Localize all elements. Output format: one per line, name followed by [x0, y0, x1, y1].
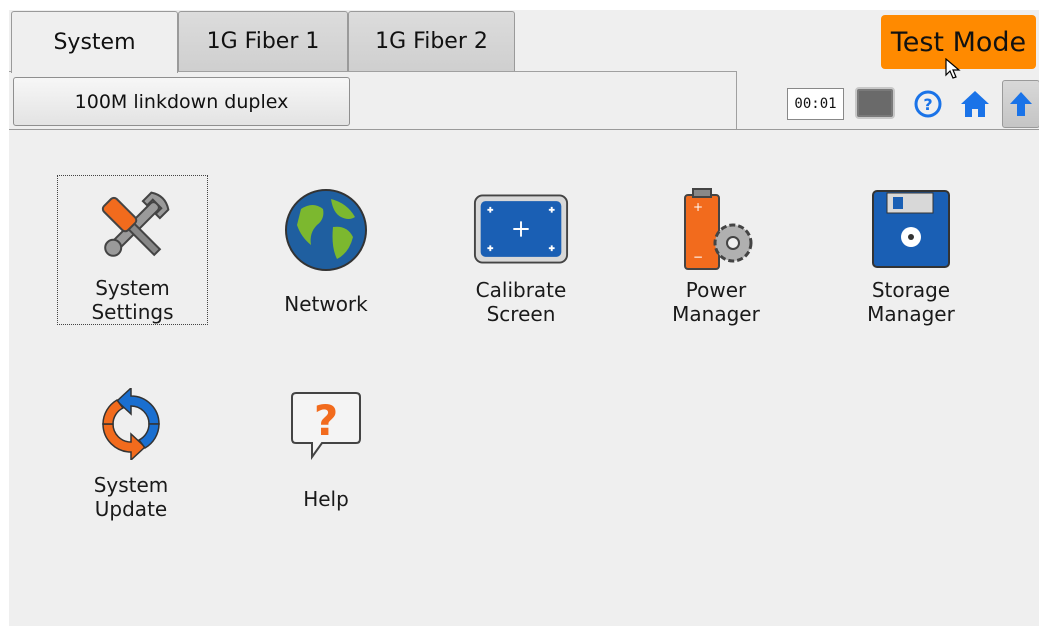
calibrate-screen-icon — [473, 182, 569, 276]
floppy-disk-icon — [863, 182, 959, 276]
app-help[interactable]: ? Help — [231, 371, 421, 521]
wrench-screwdriver-icon — [85, 182, 181, 274]
svg-text:−: − — [693, 250, 703, 264]
up-button[interactable] — [1002, 80, 1039, 128]
tab-1g-fiber-1[interactable]: 1G Fiber 1 — [178, 11, 348, 71]
tab-system[interactable]: System — [11, 11, 178, 73]
question-bubble-icon: ? — [278, 377, 374, 473]
tab-1g-fiber-2[interactable]: 1G Fiber 2 — [348, 11, 515, 71]
app-label: Calibrate Screen — [475, 278, 567, 326]
app-storage-manager[interactable]: Storage Manager — [816, 176, 1006, 326]
app-label: Power Manager — [672, 278, 760, 326]
app-label: Help — [303, 487, 349, 511]
screen: System 1G Fiber 1 1G Fiber 2 100M linkdo… — [9, 10, 1039, 626]
link-status-button[interactable]: 100M linkdown duplex — [13, 77, 350, 126]
home-icon[interactable] — [959, 89, 991, 119]
svg-text:?: ? — [314, 396, 338, 445]
mouse-cursor-icon — [945, 58, 961, 79]
elapsed-timer: 00:01 — [787, 88, 844, 120]
svg-text:+: + — [693, 200, 703, 214]
app-label: Storage Manager — [867, 278, 955, 326]
globe-icon — [278, 182, 374, 278]
app-power-manager[interactable]: + − Power Manager — [621, 176, 811, 326]
app-label: System Update — [93, 473, 169, 521]
update-arrows-icon — [83, 377, 179, 471]
app-calibrate-screen[interactable]: Calibrate Screen — [426, 176, 616, 326]
help-icon[interactable]: ? — [914, 90, 942, 118]
up-arrow-icon — [1010, 92, 1032, 116]
app-network[interactable]: Network — [231, 176, 421, 326]
svg-text:?: ? — [923, 95, 932, 114]
battery-gear-icon: + − — [668, 182, 764, 276]
app-label: Network — [284, 292, 368, 316]
app-label: System Settings — [91, 276, 174, 324]
app-system-settings[interactable]: System Settings — [57, 175, 208, 325]
app-system-update[interactable]: System Update — [36, 371, 226, 521]
divider — [9, 129, 1039, 130]
battery-icon — [855, 87, 895, 119]
